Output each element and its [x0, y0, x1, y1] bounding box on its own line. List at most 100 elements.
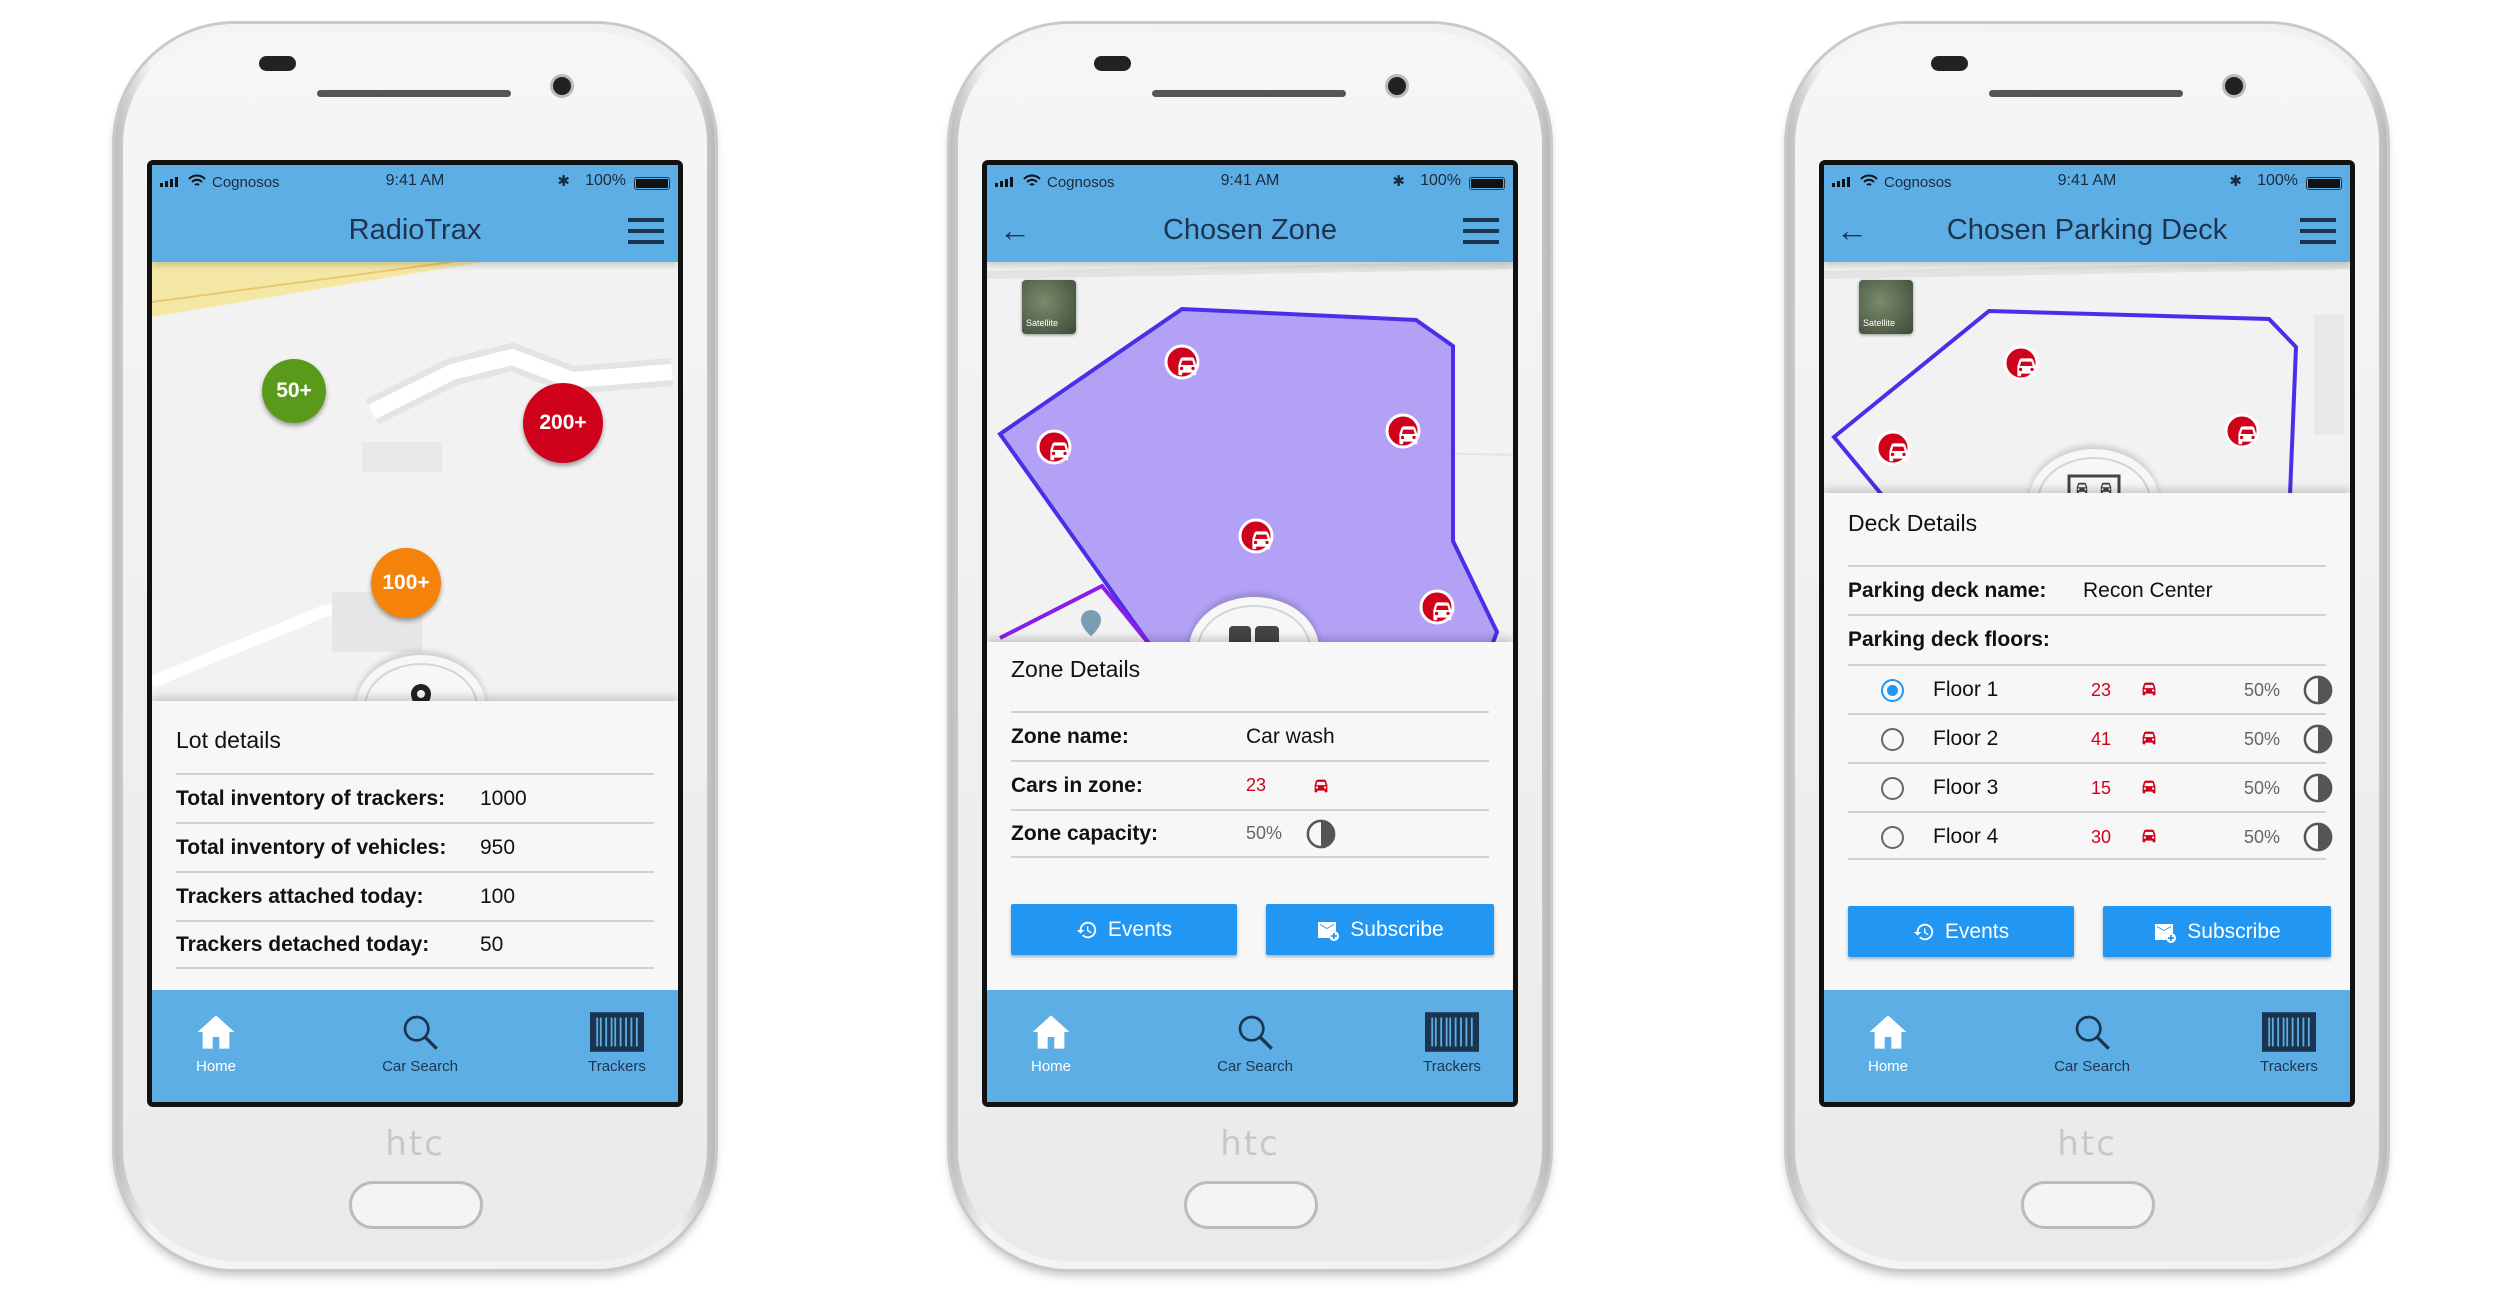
floor-capacity: 50% — [2244, 680, 2281, 700]
phone-chosen-zone: htc Cognosos 9:41 AM ✱ 100% ← Chosen Zon… — [950, 24, 1550, 1269]
floor-radio[interactable] — [1881, 826, 1904, 849]
satellite-toggle[interactable]: Satellite — [1859, 280, 1913, 334]
row-label: Parking deck floors: — [1848, 627, 2050, 651]
front-camera — [2225, 77, 2243, 95]
nav-trackers[interactable]: Trackers — [1382, 1012, 1513, 1075]
map-cluster-50[interactable]: 50+ — [262, 359, 326, 423]
zone-polygon — [997, 306, 1500, 647]
bluetooth-icon: ✱ — [557, 173, 570, 190]
floor-row[interactable]: Floor 4 30 50% — [1848, 811, 2326, 860]
nav-home[interactable]: Home — [987, 1012, 1121, 1075]
front-camera — [553, 77, 571, 95]
floor-row[interactable]: Floor 2 41 50% — [1848, 713, 2326, 762]
floor-radio[interactable] — [1881, 728, 1904, 751]
car-icon — [2138, 727, 2160, 749]
car-icon — [1310, 775, 1332, 797]
car-marker — [2005, 347, 2037, 379]
bottom-nav: Home Car Search Trackers — [1824, 990, 2350, 1102]
nav-car-search[interactable]: Car Search — [2022, 1012, 2162, 1075]
nav-label: Car Search — [1217, 1058, 1293, 1075]
map-cluster-100[interactable]: 100+ — [371, 548, 441, 618]
cars-count: 23 — [1246, 775, 1267, 795]
battery-icon — [634, 177, 670, 190]
app-header: ← Chosen Zone — [987, 200, 1513, 262]
home-icon — [1029, 1012, 1073, 1052]
detail-row: Total inventory of trackers: 1000 — [176, 773, 654, 822]
satellite-toggle[interactable]: Satellite — [1022, 280, 1076, 334]
status-bar: Cognosos 9:41 AM ✱ 100% — [987, 165, 1513, 200]
row-label: Zone name: — [1011, 724, 1129, 748]
mail-add-icon — [1316, 918, 1340, 942]
location-pin-icon — [1081, 610, 1101, 636]
nav-trackers[interactable]: Trackers — [2219, 1012, 2350, 1075]
nav-trackers[interactable]: Trackers — [547, 1012, 678, 1075]
hardware-home-button[interactable] — [349, 1181, 483, 1229]
events-button[interactable]: Events — [1011, 904, 1237, 955]
phone-radiotrax: htc Cognosos 9:41 AM ✱ 100% RadioTrax 50… — [115, 24, 715, 1269]
screen: Cognosos 9:41 AM ✱ 100% ← Chosen Parking… — [1819, 160, 2355, 1107]
floor-car-count: 23 — [2091, 680, 2112, 700]
hamburger-menu-icon[interactable] — [2300, 218, 2336, 244]
floor-radio[interactable] — [1881, 777, 1904, 800]
nav-home[interactable]: Home — [152, 1012, 286, 1075]
battery-percent: 100% — [585, 172, 626, 189]
deck-floors-heading: Parking deck floors: — [1848, 614, 2326, 663]
nav-home[interactable]: Home — [1824, 1012, 1958, 1075]
phone-chosen-parking-deck: htc Cognosos 9:41 AM ✱ 100% ← Chosen Par… — [1787, 24, 2387, 1269]
earpiece — [1094, 56, 1131, 71]
row-value: Car wash — [1246, 724, 1335, 748]
history-icon — [1913, 921, 1935, 943]
detail-row: Zone capacity: 50% — [1011, 809, 1489, 858]
nav-car-search[interactable]: Car Search — [1185, 1012, 1325, 1075]
hardware-home-button[interactable] — [1184, 1181, 1318, 1229]
half-circle-capacity-icon — [2303, 675, 2333, 705]
page-title: Chosen Parking Deck — [1946, 214, 2228, 246]
front-camera — [1388, 77, 1406, 95]
car-marker — [1877, 432, 1909, 464]
half-circle-capacity-icon — [2303, 822, 2333, 852]
panel-title: Lot details — [176, 727, 281, 753]
nav-label: Trackers — [2260, 1058, 2318, 1075]
nav-label: Car Search — [2054, 1058, 2130, 1075]
speaker-grille — [1989, 90, 2183, 97]
floor-row[interactable]: Floor 1 23 50% — [1848, 664, 2326, 713]
battery-percent: 100% — [1420, 172, 1461, 189]
detail-row: Total inventory of vehicles: 950 — [176, 822, 654, 871]
battery-icon — [1469, 177, 1505, 190]
car-marker — [1240, 520, 1272, 552]
subscribe-button[interactable]: Subscribe — [2103, 906, 2331, 957]
bottom-nav: Home Car Search Trackers — [987, 990, 1513, 1102]
half-circle-capacity-icon — [2303, 724, 2333, 754]
hamburger-menu-icon[interactable] — [628, 218, 664, 244]
search-icon — [2072, 1012, 2112, 1052]
map-view[interactable]: 50+ 200+ 100+ — [152, 261, 678, 722]
row-label: Trackers attached today: — [176, 884, 424, 908]
button-label: Events — [1944, 919, 2010, 943]
barcode-icon — [590, 1012, 644, 1052]
nav-label: Home — [195, 1058, 236, 1075]
nav-car-search[interactable]: Car Search — [350, 1012, 490, 1075]
floor-capacity: 50% — [2244, 729, 2281, 749]
button-label: Subscribe — [1350, 917, 1444, 941]
page-title: RadioTrax — [348, 214, 482, 246]
bottom-nav: Home Car Search Trackers — [152, 990, 678, 1102]
row-label: Zone capacity: — [1011, 821, 1159, 845]
floor-radio[interactable] — [1881, 679, 1904, 702]
battery-percent: 100% — [2257, 172, 2298, 189]
floor-car-count: 15 — [2091, 778, 2112, 798]
car-marker — [1166, 346, 1198, 378]
car-icon — [2138, 825, 2160, 847]
events-button[interactable]: Events — [1848, 906, 2074, 957]
subscribe-button[interactable]: Subscribe — [1266, 904, 1494, 955]
hamburger-menu-icon[interactable] — [1463, 218, 1499, 244]
lot-details-panel: Lot details Total inventory of trackers:… — [152, 701, 678, 990]
floor-row[interactable]: Floor 3 15 50% — [1848, 762, 2326, 811]
page-title: Chosen Zone — [1162, 214, 1338, 246]
hardware-home-button[interactable] — [2021, 1181, 2155, 1229]
map-cluster-200[interactable]: 200+ — [523, 383, 603, 463]
status-bar: Cognosos 9:41 AM ✱ 100% — [152, 165, 678, 200]
detail-row: Cars in zone: 23 — [1011, 760, 1489, 809]
home-icon — [194, 1012, 238, 1052]
barcode-icon — [1425, 1012, 1479, 1052]
row-label: Total inventory of trackers: — [176, 786, 446, 810]
